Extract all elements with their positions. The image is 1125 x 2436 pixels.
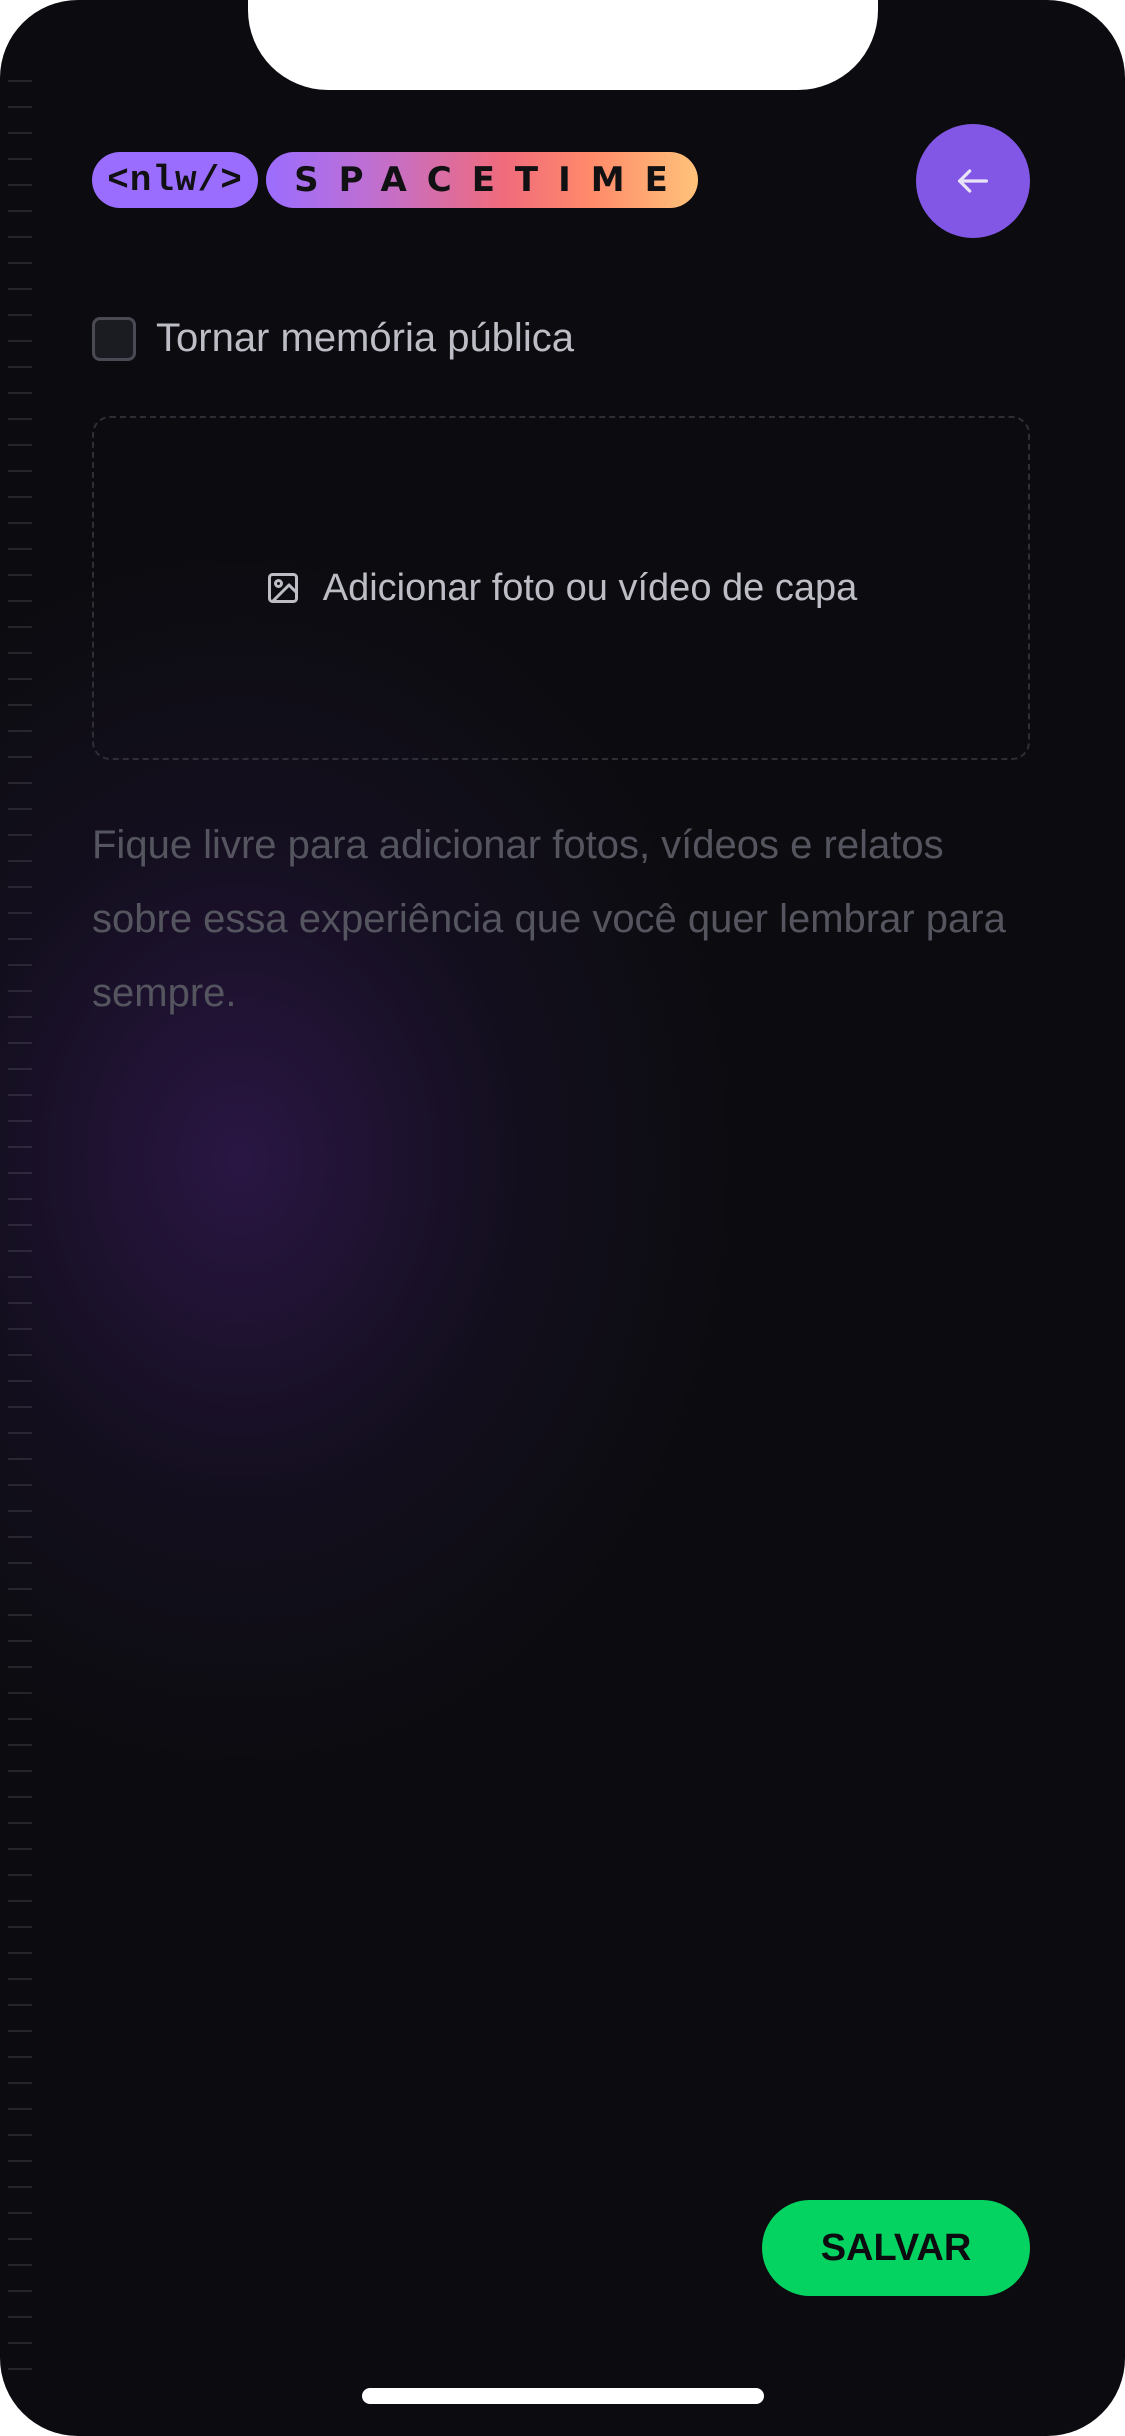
cover-picker-content: Adicionar foto ou vídeo de capa bbox=[265, 566, 858, 610]
public-memory-toggle[interactable]: Tornar memória pública bbox=[92, 316, 574, 361]
public-checkbox[interactable] bbox=[92, 316, 136, 361]
device-notch bbox=[248, 0, 878, 90]
save-button[interactable]: SALVAR bbox=[762, 2200, 1030, 2296]
app-screen: <nlw/> SPACETIME Tornar memória pública … bbox=[0, 0, 1125, 2436]
back-button[interactable] bbox=[916, 124, 1030, 238]
home-indicator bbox=[362, 2388, 764, 2404]
image-icon bbox=[267, 573, 298, 603]
memory-content-field[interactable] bbox=[92, 808, 1030, 2108]
arrow-left-icon bbox=[958, 169, 988, 193]
cover-media-picker[interactable]: Adicionar foto ou vídeo de capa bbox=[92, 416, 1030, 760]
app-logo: <nlw/> SPACETIME bbox=[92, 152, 698, 208]
decorative-stripes bbox=[8, 80, 32, 2380]
logo-name: SPACETIME bbox=[266, 152, 698, 208]
cover-picker-label: Adicionar foto ou vídeo de capa bbox=[322, 566, 858, 609]
public-checkbox-label: Tornar memória pública bbox=[156, 316, 574, 360]
logo-badge: <nlw/> bbox=[92, 152, 258, 208]
